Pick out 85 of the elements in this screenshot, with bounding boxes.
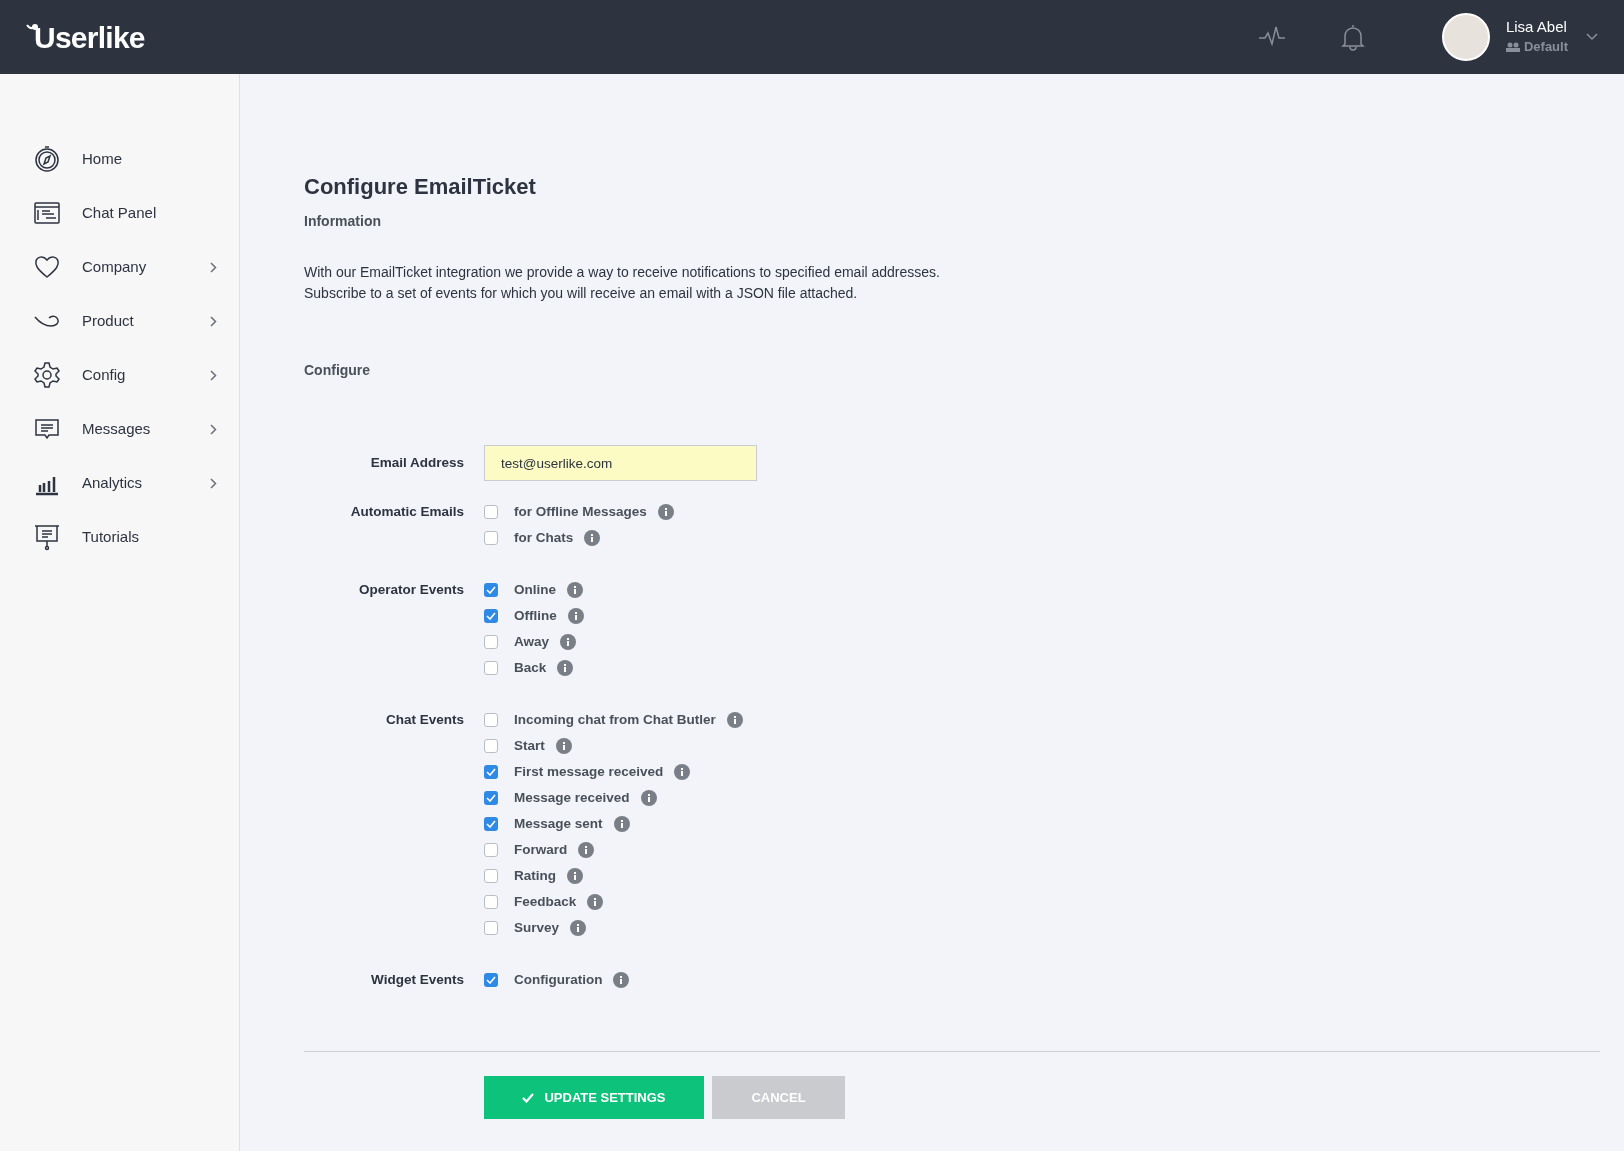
info-icon[interactable] <box>557 660 574 676</box>
sidebar-item[interactable]: Home <box>0 132 239 186</box>
field-label: Email Address <box>369 453 465 472</box>
bell-icon[interactable] <box>1339 23 1366 51</box>
checkbox[interactable] <box>484 791 498 805</box>
checkbox[interactable] <box>484 505 498 519</box>
group-label: Operator Events <box>357 581 465 599</box>
checkbox-label: Start <box>514 736 545 755</box>
page-title: Configure EmailTicket <box>304 173 537 201</box>
presentation-board-icon <box>33 523 61 551</box>
chevron-right-icon <box>210 315 217 327</box>
chevron-right-icon <box>210 261 217 273</box>
group-label: Widget Events <box>370 971 465 989</box>
checkbox-label: Away <box>514 632 550 651</box>
info-icon[interactable] <box>674 764 691 780</box>
info-icon[interactable] <box>555 738 572 754</box>
checkbox-label: for Chats <box>514 528 574 547</box>
checkbox-label: Message sent <box>514 814 603 833</box>
user-role: Default <box>1523 38 1568 57</box>
sidebar-item[interactable]: Product <box>0 294 239 348</box>
info-icon[interactable] <box>640 790 657 806</box>
chevron-right-icon <box>210 369 217 381</box>
checkbox-label: for Offline Messages <box>514 502 647 521</box>
checkbox[interactable] <box>484 765 498 779</box>
window-panel-icon <box>33 199 61 227</box>
checkbox-label: First message received <box>514 762 664 781</box>
info-icon[interactable] <box>570 920 587 936</box>
checkbox-label: Incoming chat from Chat Butler <box>514 710 716 729</box>
checkbox-label: Message received <box>514 788 630 807</box>
email-field[interactable]: test@userlike.com <box>484 445 757 481</box>
check-icon <box>522 1092 535 1103</box>
sidebar-item[interactable]: Chat Panel <box>0 186 239 240</box>
info-icon[interactable] <box>726 712 743 728</box>
chevron-right-icon <box>210 423 217 435</box>
section-heading: Information <box>304 212 382 231</box>
checkbox[interactable] <box>484 843 498 857</box>
settings-icon <box>33 361 61 389</box>
chevron-down-icon[interactable] <box>1586 33 1598 41</box>
info-icon[interactable] <box>613 816 630 832</box>
checkbox-label: Online <box>514 580 556 599</box>
info-icon[interactable] <box>567 608 584 624</box>
checkbox-label: Back <box>514 658 547 677</box>
checkbox[interactable] <box>484 869 498 883</box>
group-label: Chat Events <box>384 711 465 729</box>
sidebar-item[interactable]: Tutorials <box>0 510 239 564</box>
info-icon[interactable] <box>560 634 577 650</box>
info-icon[interactable] <box>613 972 630 988</box>
avatar[interactable] <box>1441 13 1490 61</box>
info-icon[interactable] <box>567 868 583 884</box>
info-icon[interactable] <box>584 530 601 546</box>
logo-text[interactable]: Userlike <box>34 14 145 60</box>
checkbox[interactable] <box>484 635 498 649</box>
users-icon <box>1505 42 1520 52</box>
section-heading: Configure <box>304 361 372 380</box>
checkbox[interactable] <box>484 531 498 545</box>
user-name: Lisa Abel <box>1505 17 1568 38</box>
checkbox[interactable] <box>484 583 498 597</box>
description-text: With our EmailTicket integration we provide a way to receive notifications to specified email addresses. <box>304 263 941 282</box>
checkbox[interactable] <box>484 817 498 831</box>
checkbox[interactable] <box>484 713 498 727</box>
checkbox[interactable] <box>484 921 498 935</box>
checkbox-label: Feedback <box>514 892 577 911</box>
checkbox-label: Survey <box>514 918 560 937</box>
sidebar-item[interactable]: Company <box>0 240 239 294</box>
heart-icon <box>33 253 61 281</box>
sidebar-item[interactable]: Config <box>0 348 239 402</box>
info-icon[interactable] <box>587 894 604 910</box>
info-icon[interactable] <box>657 504 674 520</box>
checkbox[interactable] <box>484 973 498 987</box>
checkbox[interactable] <box>484 609 498 623</box>
sidebar-item[interactable]: Analytics <box>0 456 239 510</box>
group-label: Automatic Emails <box>349 503 465 521</box>
checkbox[interactable] <box>484 661 498 675</box>
description-text: Subscribe to a set of events for which you will receive an email with a JSON file attached. <box>304 284 859 303</box>
compass-icon <box>33 145 61 173</box>
checkbox-label: Forward <box>514 840 568 859</box>
info-icon[interactable] <box>578 842 595 858</box>
chevron-right-icon <box>210 477 217 489</box>
checkbox[interactable] <box>484 895 498 909</box>
sidebar-item[interactable]: Messages <box>0 402 239 456</box>
info-icon[interactable] <box>567 582 583 598</box>
checkbox[interactable] <box>484 739 498 753</box>
checkbox-label: Configuration <box>514 970 603 989</box>
checkbox-label: Rating <box>514 866 556 885</box>
checkbox-label: Offline <box>514 606 557 625</box>
